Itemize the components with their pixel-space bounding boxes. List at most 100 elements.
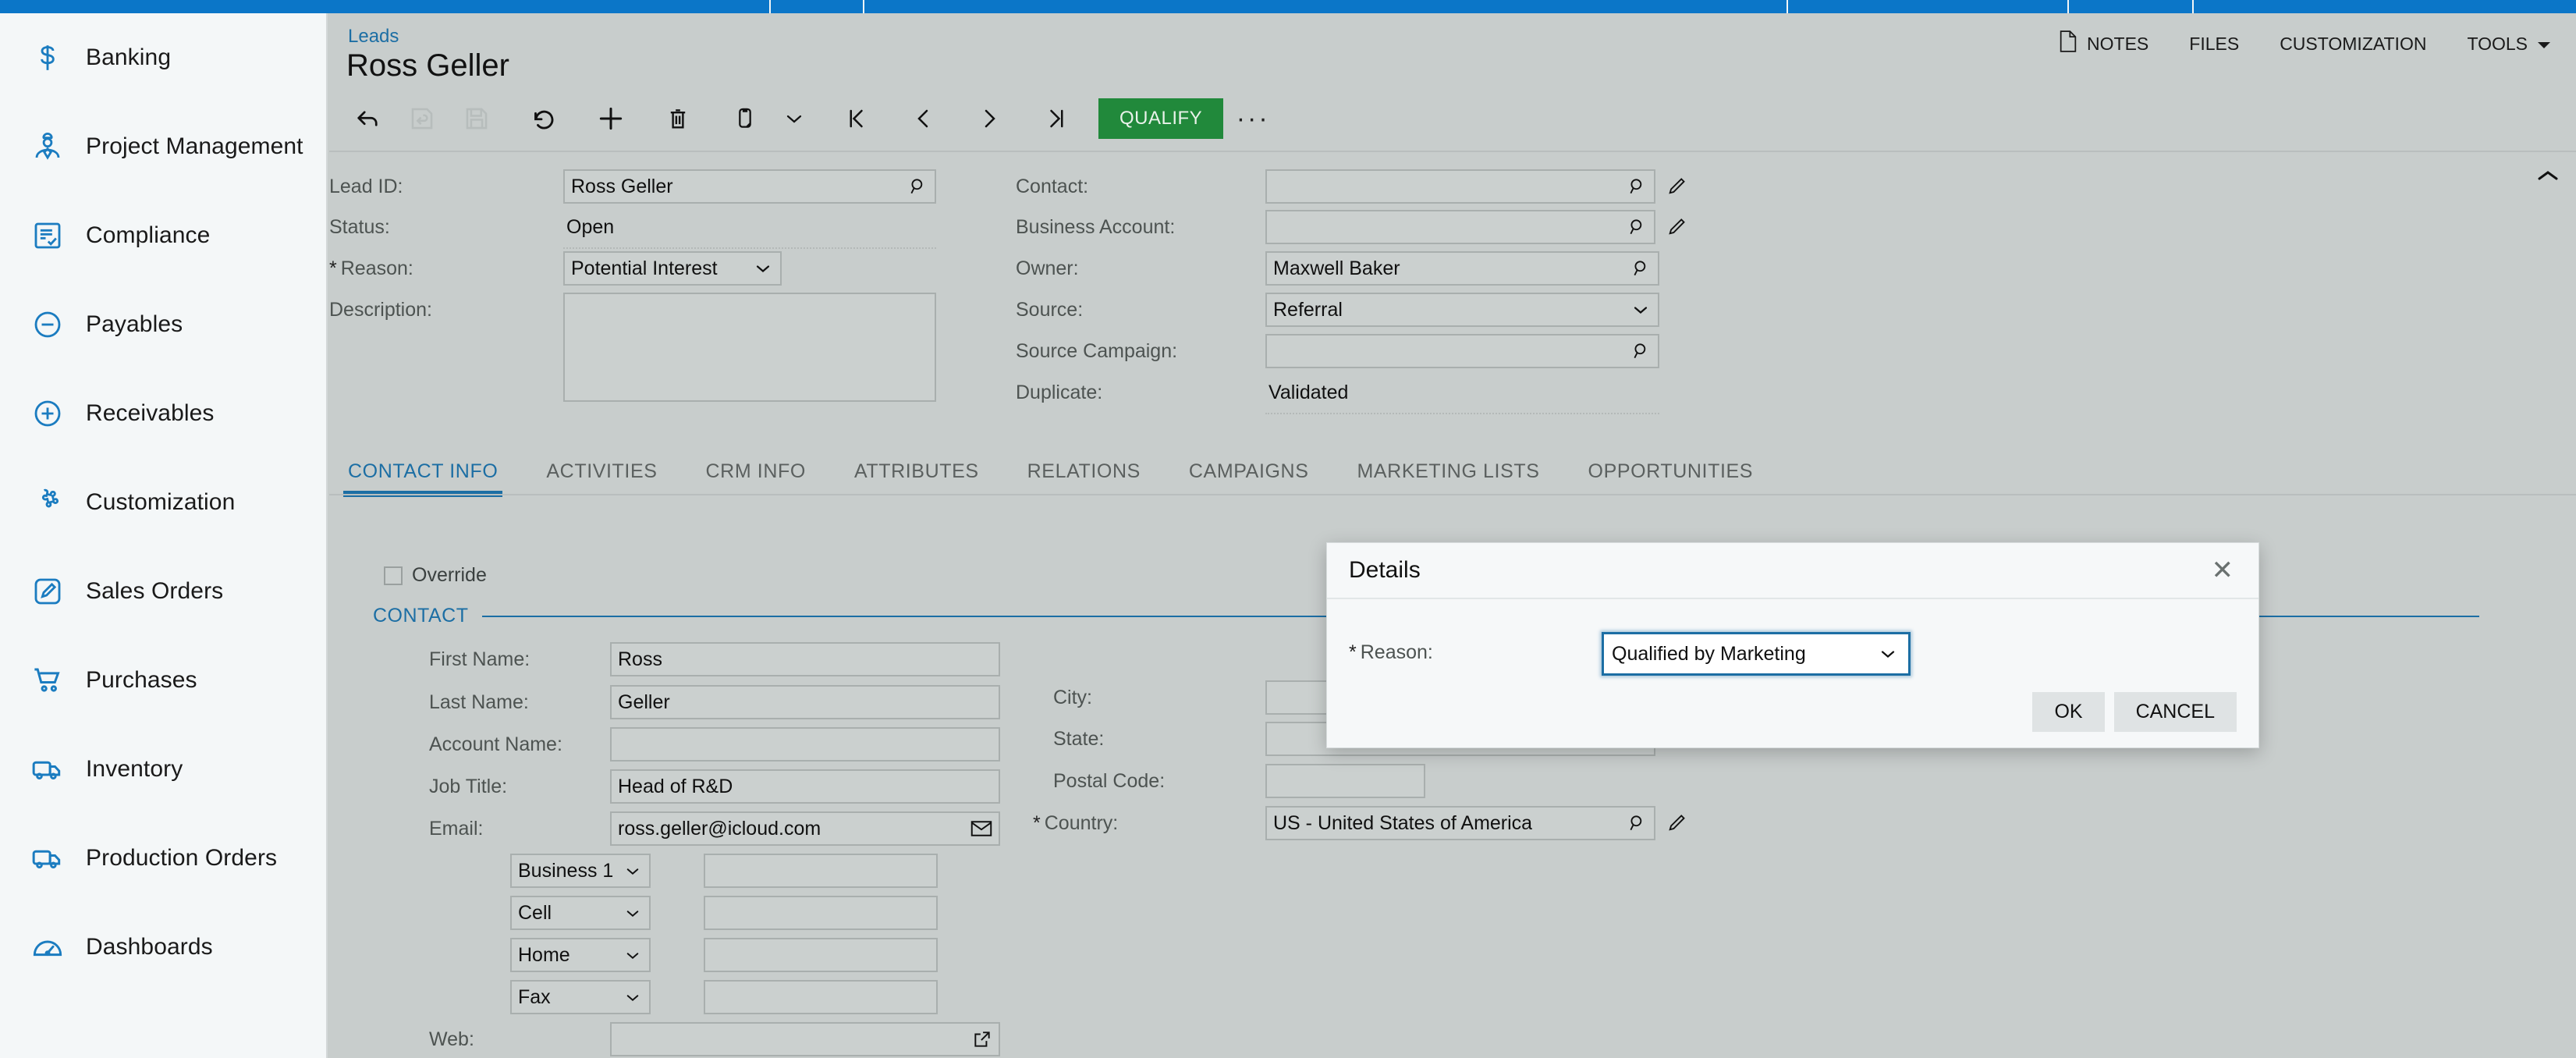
sidebar-item-inventory[interactable]: Inventory — [0, 725, 326, 814]
sidebar-item-dashboards[interactable]: Dashboards — [0, 903, 326, 992]
ok-button[interactable]: OK — [2032, 691, 2105, 732]
more-actions-button[interactable]: ··· — [1223, 94, 1283, 143]
tab-attributes[interactable]: ATTRIBUTES — [854, 460, 979, 497]
tab-relations[interactable]: RELATIONS — [1027, 460, 1141, 497]
edit-contact-icon[interactable] — [1666, 176, 1688, 197]
job-title-value: Head of R&D — [618, 775, 733, 797]
sidebar-item-purchases[interactable]: Purchases — [0, 636, 326, 725]
sidebar-item-production-orders[interactable]: Production Orders — [0, 814, 326, 903]
search-icon[interactable] — [1631, 341, 1652, 361]
field-row-description: Description: — [329, 293, 936, 402]
source-select[interactable]: Referral — [1265, 293, 1659, 327]
tools-menu[interactable]: TOOLS — [2446, 34, 2571, 55]
copy-paste-menu-button[interactable] — [772, 94, 816, 143]
tab-campaigns[interactable]: CAMPAIGNS — [1189, 460, 1309, 497]
country-input[interactable]: US - United States of America — [1265, 806, 1655, 840]
phone-input-4[interactable] — [704, 980, 938, 1014]
tools-label: TOOLS — [2467, 33, 2528, 54]
envelope-icon[interactable] — [970, 820, 992, 837]
save-button[interactable] — [449, 94, 504, 143]
tab-contact-info[interactable]: CONTACT INFO — [342, 460, 503, 497]
sidebar-item-compliance[interactable]: Compliance — [0, 191, 326, 280]
customization-label: CUSTOMIZATION — [2280, 33, 2427, 54]
reason-select[interactable]: Potential Interest — [563, 251, 782, 286]
source-campaign-input[interactable] — [1265, 334, 1659, 368]
search-icon[interactable] — [1627, 217, 1648, 237]
add-new-button[interactable] — [584, 94, 638, 143]
last-record-button[interactable] — [1030, 94, 1084, 143]
customization-button[interactable]: CUSTOMIZATION — [2259, 34, 2446, 55]
qualify-button[interactable]: QUALIFY — [1098, 98, 1224, 139]
tab-opportunities[interactable]: OPPORTUNITIES — [1588, 460, 1754, 497]
phone-type-select-1[interactable]: Business 1 — [510, 854, 651, 888]
sidebar-item-label: Inventory — [86, 756, 183, 782]
lead-id-value: Ross Geller — [571, 175, 673, 197]
job-title-input[interactable]: Head of R&D — [610, 769, 1000, 804]
lead-id-input[interactable]: Ross Geller — [563, 169, 936, 204]
phone-input-1[interactable] — [704, 854, 938, 888]
sidebar-item-sales-orders[interactable]: Sales Orders — [0, 547, 326, 636]
files-button[interactable]: FILES — [2169, 34, 2259, 55]
search-icon[interactable] — [908, 176, 928, 197]
first-record-button[interactable] — [829, 94, 883, 143]
sidebar-item-payables[interactable]: Payables — [0, 280, 326, 369]
sidebar-item-label: Project Management — [86, 133, 303, 159]
search-icon[interactable] — [1627, 813, 1648, 833]
last-name-label: Last Name: — [429, 691, 529, 713]
last-name-input[interactable]: Geller — [610, 685, 1000, 719]
field-row-phone-1: Business 1 — [329, 854, 938, 888]
search-icon[interactable] — [1627, 176, 1648, 197]
sidebar-item-banking[interactable]: Banking — [0, 13, 326, 102]
override-checkbox[interactable]: Override — [384, 564, 487, 587]
owner-input[interactable]: Maxwell Baker — [1265, 251, 1659, 286]
phone-type-select-3[interactable]: Home — [510, 938, 651, 972]
postal-code-input[interactable] — [1265, 764, 1425, 798]
email-input[interactable]: ross.geller@icloud.com — [610, 811, 1000, 846]
phone-type-select-2[interactable]: Cell — [510, 896, 651, 930]
external-link-icon[interactable] — [972, 1029, 992, 1049]
description-textarea[interactable] — [563, 293, 936, 402]
tab-crm-info[interactable]: CRM INFO — [706, 460, 806, 497]
business-account-input[interactable] — [1265, 210, 1655, 244]
web-input[interactable] — [610, 1022, 1000, 1056]
dialog-reason-select[interactable]: Qualified by Marketing — [1602, 632, 1911, 676]
summary-panel: Lead ID: Ross Geller Status: Open * Reaso… — [329, 151, 2576, 441]
first-name-input[interactable]: Ross — [610, 642, 1000, 676]
edit-country-icon[interactable] — [1666, 812, 1688, 834]
cancel-button[interactable]: CANCEL — [2113, 691, 2237, 732]
dialog-header: Details ✕ — [1327, 543, 2258, 599]
gauge-icon — [30, 929, 66, 965]
sidebar-item-customization[interactable]: Customization — [0, 458, 326, 547]
tab-marketing-lists[interactable]: MARKETING LISTS — [1357, 460, 1539, 497]
contact-input[interactable] — [1265, 169, 1655, 204]
field-row-contact: Contact: — [1016, 169, 1688, 204]
lead-id-label: Lead ID: — [329, 175, 403, 197]
notes-button[interactable]: NOTES — [2038, 30, 2169, 57]
next-record-button[interactable] — [963, 94, 1017, 143]
close-icon[interactable]: ✕ — [2207, 557, 2239, 584]
dialog-reason-label: * Reason: — [1349, 641, 1433, 663]
owner-value: Maxwell Baker — [1273, 257, 1400, 279]
phone-type-select-4[interactable]: Fax — [510, 980, 651, 1014]
prev-record-button[interactable] — [896, 94, 950, 143]
sidebar-item-project-management[interactable]: Project Management — [0, 102, 326, 191]
dialog-buttons: OK CANCEL — [2032, 691, 2237, 732]
search-icon[interactable] — [1631, 258, 1652, 279]
minus-circle-icon — [30, 307, 66, 343]
collapse-panel-button[interactable] — [2532, 160, 2564, 191]
tab-divider — [2067, 0, 2069, 13]
save-and-close-button[interactable] — [395, 94, 449, 143]
breadcrumb[interactable]: Leads — [348, 26, 399, 48]
tab-bar-underline — [329, 494, 2576, 495]
delete-button[interactable] — [651, 94, 705, 143]
tab-activities[interactable]: ACTIVITIES — [546, 460, 657, 497]
account-name-input[interactable] — [610, 727, 1000, 762]
edit-business-account-icon[interactable] — [1666, 216, 1688, 238]
duplicate-value: Validated — [1268, 381, 1349, 403]
sidebar-item-receivables[interactable]: Receivables — [0, 369, 326, 458]
copy-paste-button[interactable] — [718, 94, 772, 143]
back-button[interactable] — [340, 94, 395, 143]
phone-input-2[interactable] — [704, 896, 938, 930]
phone-input-3[interactable] — [704, 938, 938, 972]
undo-button[interactable] — [516, 94, 571, 143]
